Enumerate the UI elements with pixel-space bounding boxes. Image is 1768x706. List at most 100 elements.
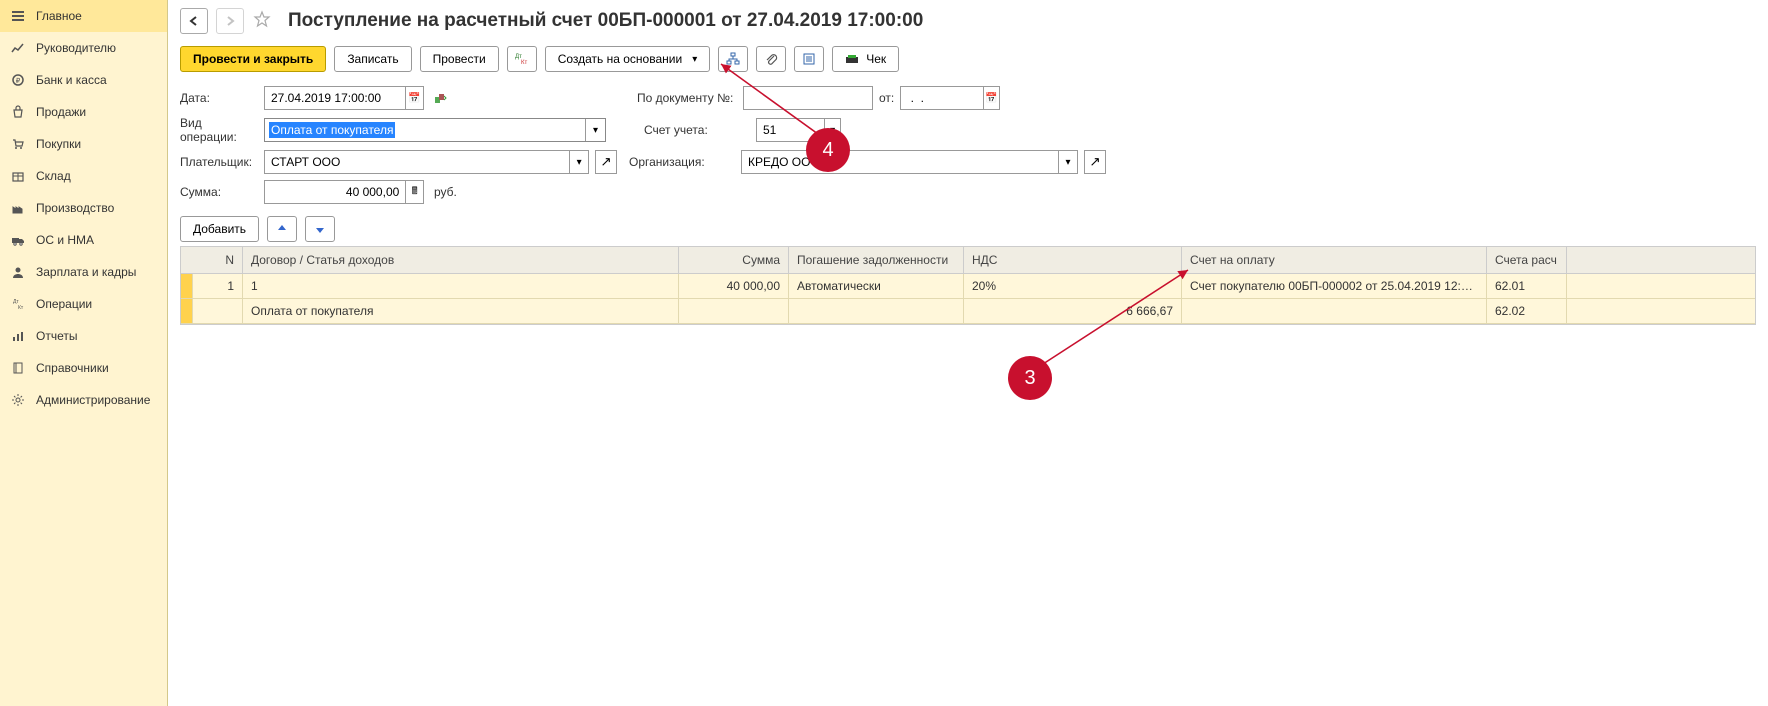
table-toolbar: Добавить <box>180 216 1756 242</box>
cell-sum: 40 000,00 <box>679 274 789 298</box>
sidebar-item-manager[interactable]: Руководителю <box>0 32 167 64</box>
sum-label: Сумма: <box>180 185 258 199</box>
post-button[interactable]: Провести <box>420 46 499 72</box>
add-row-button[interactable]: Добавить <box>180 216 259 242</box>
create-based-on-button[interactable]: Создать на основании <box>545 46 711 72</box>
sidebar-item-reports[interactable]: Отчеты <box>0 320 167 352</box>
gear-icon <box>10 392 26 408</box>
sidebar-item-hr[interactable]: Зарплата и кадры <box>0 256 167 288</box>
cell-acct2: 62.02 <box>1487 299 1567 323</box>
sidebar-item-purchases[interactable]: Покупки <box>0 128 167 160</box>
sidebar: Главное Руководителю ₽ Банк и касса Прод… <box>0 0 168 706</box>
col-invoice[interactable]: Счет на оплату <box>1182 247 1487 273</box>
attach-button[interactable] <box>756 46 786 72</box>
table-header: N Договор / Статья доходов Сумма Погашен… <box>181 247 1755 274</box>
date-sync-icon[interactable] <box>430 86 452 110</box>
col-n[interactable]: N <box>193 247 243 273</box>
doc-no-input[interactable] <box>744 87 872 109</box>
col-debt[interactable]: Погашение задолженности <box>789 247 964 273</box>
nav-back-button[interactable] <box>180 8 208 34</box>
sidebar-item-production[interactable]: Производство <box>0 192 167 224</box>
sidebar-item-main[interactable]: Главное <box>0 0 167 32</box>
col-contract[interactable]: Договор / Статья доходов <box>243 247 679 273</box>
svg-text:Кт: Кт <box>521 60 527 66</box>
box-icon <box>10 168 26 184</box>
date-field[interactable]: 📅 <box>264 86 424 110</box>
sidebar-item-label: Банк и касса <box>36 73 107 87</box>
sum-input[interactable] <box>265 181 405 203</box>
cart-icon <box>10 136 26 152</box>
sidebar-item-operations[interactable]: ДтКт Операции <box>0 288 167 320</box>
calculator-icon[interactable]: 🖩 <box>405 181 423 203</box>
calendar-icon[interactable]: 📅 <box>405 87 423 109</box>
col-sum[interactable]: Сумма <box>679 247 789 273</box>
sidebar-item-label: Покупки <box>36 137 81 151</box>
header-row: Поступление на расчетный счет 00БП-00000… <box>180 8 1756 34</box>
col-nds[interactable]: НДС <box>964 247 1182 273</box>
sidebar-item-label: Главное <box>36 9 82 23</box>
cell-contract: 1 <box>243 274 679 298</box>
nav-forward-button[interactable] <box>216 8 244 34</box>
org-label: Организация: <box>629 155 709 169</box>
bars-icon <box>10 328 26 344</box>
person-icon <box>10 264 26 280</box>
sidebar-item-admin[interactable]: Администрирование <box>0 384 167 416</box>
sidebar-item-refs[interactable]: Справочники <box>0 352 167 384</box>
menu-icon <box>10 8 26 24</box>
write-button[interactable]: Записать <box>334 46 411 72</box>
sidebar-item-label: Администрирование <box>36 393 150 407</box>
dropdown-icon[interactable]: ▾ <box>585 119 605 141</box>
col-accounts[interactable]: Счета расч <box>1487 247 1567 273</box>
cheque-button[interactable]: Чек <box>832 46 899 72</box>
cell-invoice: Счет покупателю 00БП-000002 от 25.04.201… <box>1182 274 1487 298</box>
print-list-button[interactable] <box>794 46 824 72</box>
cell-contract2: Оплата от покупателя <box>243 299 679 323</box>
from-date-input[interactable] <box>901 87 983 109</box>
sidebar-item-bank[interactable]: ₽ Банк и касса <box>0 64 167 96</box>
payer-input[interactable] <box>265 151 569 173</box>
truck-icon <box>10 232 26 248</box>
doc-no-field[interactable] <box>743 86 873 110</box>
sidebar-item-assets[interactable]: ОС и НМА <box>0 224 167 256</box>
callout-3: 3 <box>1008 356 1052 400</box>
org-field[interactable]: ▾ <box>741 150 1078 174</box>
sidebar-item-label: ОС и НМА <box>36 233 94 247</box>
date-input[interactable] <box>265 87 405 109</box>
page-title: Поступление на расчетный счет 00БП-00000… <box>288 10 923 32</box>
sum-field[interactable]: 🖩 <box>264 180 424 204</box>
payer-label: Плательщик: <box>180 155 258 169</box>
sidebar-item-label: Производство <box>36 201 114 215</box>
open-ref-button[interactable]: ↗ <box>595 150 617 174</box>
move-up-button[interactable] <box>267 216 297 242</box>
cell-debt: Автоматически <box>789 274 964 298</box>
form-area: Дата: 📅 По документу №: от: 📅 Вид операц… <box>180 86 1756 204</box>
table-row[interactable]: Оплата от покупателя 6 666,67 62.02 <box>181 299 1755 324</box>
svg-text:Кт: Кт <box>18 305 24 311</box>
op-type-value: Оплата от покупателя <box>269 122 395 138</box>
dtkt-movements-button[interactable]: ДтКт <box>507 46 537 72</box>
account-label: Счет учета: <box>644 123 721 137</box>
favorite-star-icon[interactable] <box>252 10 274 32</box>
post-and-close-button[interactable]: Провести и закрыть <box>180 46 326 72</box>
table-row[interactable]: 1 1 40 000,00 Автоматически 20% Счет пок… <box>181 274 1755 299</box>
org-input[interactable] <box>742 151 1058 173</box>
structure-button[interactable] <box>718 46 748 72</box>
dropdown-icon[interactable]: ▾ <box>1058 151 1077 173</box>
from-date-field[interactable]: 📅 <box>900 86 1000 110</box>
currency-label: руб. <box>434 185 457 199</box>
dropdown-icon[interactable]: ▾ <box>569 151 588 173</box>
chart-line-icon <box>10 40 26 56</box>
move-down-button[interactable] <box>305 216 335 242</box>
callout-4: 4 <box>806 128 850 172</box>
cell-nds: 20% <box>964 274 1182 298</box>
sidebar-item-label: Склад <box>36 169 71 183</box>
toolbar: Провести и закрыть Записать Провести ДтК… <box>180 46 1756 72</box>
calendar-icon[interactable]: 📅 <box>983 87 999 109</box>
bag-icon <box>10 104 26 120</box>
payer-field[interactable]: ▾ <box>264 150 589 174</box>
sidebar-item-label: Отчеты <box>36 329 77 343</box>
open-ref-button[interactable]: ↗ <box>1084 150 1106 174</box>
sidebar-item-sales[interactable]: Продажи <box>0 96 167 128</box>
op-type-field[interactable]: Оплата от покупателя ▾ <box>264 118 606 142</box>
sidebar-item-warehouse[interactable]: Склад <box>0 160 167 192</box>
